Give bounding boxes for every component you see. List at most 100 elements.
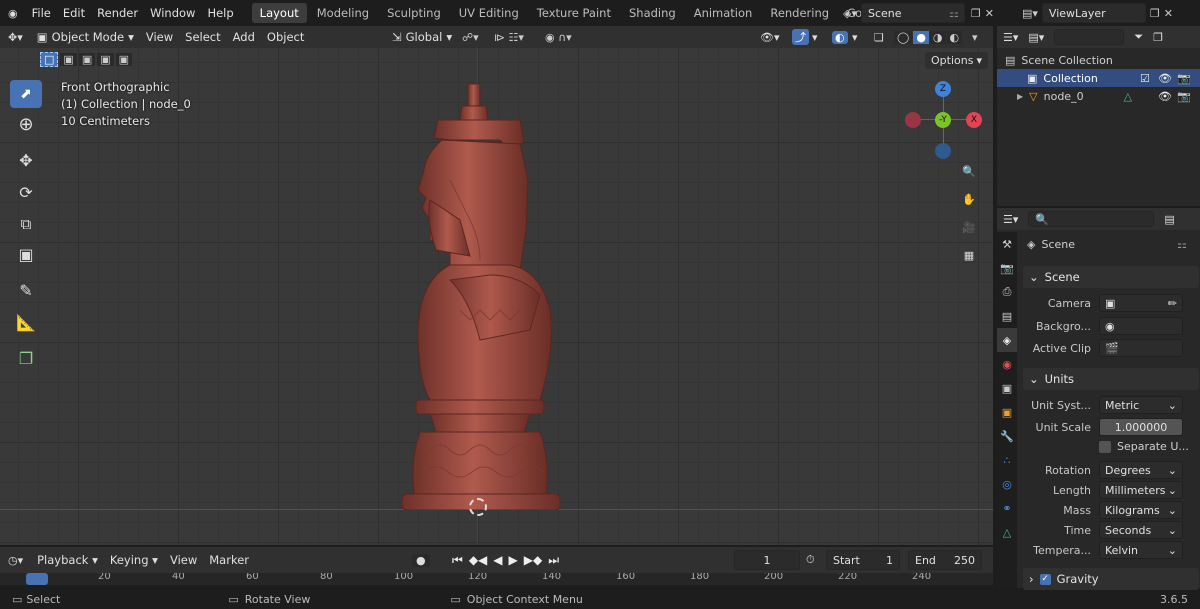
snap-icon[interactable]: ⧐ ☷▾ bbox=[494, 31, 524, 44]
frame-ruler[interactable]: 20 40 60 80 100 120 140 160 180 200 220 240 bbox=[0, 573, 993, 585]
xray-icon[interactable]: ❏ bbox=[874, 31, 884, 44]
proportional-edit-icon[interactable]: ◉ ∩▾ bbox=[545, 31, 572, 44]
visibility-icon[interactable]: 👁▾ bbox=[760, 31, 780, 44]
menu-render[interactable]: Render bbox=[91, 6, 144, 20]
overlays-dropdown-icon[interactable]: ▾ bbox=[852, 31, 858, 44]
play-icon[interactable]: ▶ bbox=[509, 553, 518, 567]
display-mode-icon[interactable]: ▤▾ bbox=[1028, 31, 1044, 44]
separate-units-row[interactable]: Separate U... bbox=[1099, 440, 1189, 453]
tab-rendering[interactable]: Rendering bbox=[762, 3, 837, 23]
overlays-icon[interactable]: ◐ bbox=[832, 30, 848, 44]
time-dropdown[interactable]: Seconds ⌄ bbox=[1099, 521, 1183, 539]
tab-physics[interactable]: ◎ bbox=[997, 472, 1017, 496]
start-frame-field[interactable]: Start 1 bbox=[826, 550, 900, 570]
exclude-checkbox-icon[interactable]: ☑ bbox=[1140, 72, 1150, 85]
tab-uv-editing[interactable]: UV Editing bbox=[451, 3, 527, 23]
outliner-row-object[interactable]: ▶ ▽ node_0 △ 👁 📷 bbox=[997, 87, 1200, 105]
menu-file[interactable]: File bbox=[26, 6, 57, 20]
menu-select[interactable]: Select bbox=[179, 30, 226, 44]
mass-dropdown[interactable]: Kilograms ⌄ bbox=[1099, 501, 1183, 519]
delete-viewlayer-icon[interactable]: ✕ bbox=[1164, 7, 1173, 20]
zoom-icon[interactable]: 🔍 bbox=[956, 158, 982, 184]
measure-tool[interactable]: 📐 bbox=[10, 308, 42, 336]
select-invert-icon[interactable]: ▣ bbox=[97, 53, 114, 66]
pan-hand-icon[interactable]: ✋ bbox=[956, 186, 982, 212]
menu-edit[interactable]: Edit bbox=[57, 6, 91, 20]
tab-modifiers[interactable]: 🔧 bbox=[997, 424, 1017, 448]
properties-options-icon[interactable]: ▤ bbox=[1164, 213, 1174, 226]
viewlayer-name-field[interactable]: ViewLayer bbox=[1041, 3, 1146, 23]
3d-cursor[interactable] bbox=[469, 498, 487, 516]
outliner-editor-icon[interactable]: ☰▾ bbox=[1003, 31, 1018, 44]
end-frame-field[interactable]: End 250 bbox=[908, 550, 982, 570]
pin-icon[interactable]: ⚏ bbox=[949, 7, 959, 20]
timeline-editor-icon[interactable]: ◷▾ bbox=[0, 554, 31, 567]
grid-projection-icon[interactable]: ▦ bbox=[956, 242, 982, 268]
tab-particles[interactable]: ∴ bbox=[997, 448, 1017, 472]
rotation-dropdown[interactable]: Degrees ⌄ bbox=[1099, 461, 1183, 479]
active-clip-field[interactable]: 🎬 bbox=[1099, 339, 1183, 357]
tab-layout[interactable]: Layout bbox=[251, 3, 307, 23]
shading-dropdown-icon[interactable]: ▾ bbox=[972, 31, 978, 44]
next-keyframe-icon[interactable]: ▶◆ bbox=[524, 553, 542, 567]
gizmo-neg-y-axis[interactable]: -Y bbox=[935, 112, 951, 128]
cursor-tool[interactable]: ⊕ bbox=[10, 110, 42, 138]
temperature-dropdown[interactable]: Kelvin ⌄ bbox=[1099, 541, 1183, 559]
visibility-eye-icon[interactable]: 👁 bbox=[1158, 72, 1172, 85]
object-mode-dropdown[interactable]: ▣ Object Mode ▾ bbox=[31, 30, 140, 44]
menu-keying[interactable]: Keying ▾ bbox=[104, 553, 164, 567]
gizmo-neg-x-axis[interactable] bbox=[905, 112, 921, 128]
play-reverse-icon[interactable]: ◀ bbox=[493, 553, 502, 567]
filter-icon[interactable]: ⏷ bbox=[1134, 30, 1143, 44]
tab-world[interactable]: ◉ bbox=[997, 352, 1017, 376]
tab-shading[interactable]: Shading bbox=[621, 3, 684, 23]
tab-data[interactable]: △ bbox=[997, 520, 1017, 544]
jump-end-icon[interactable]: ⏭ bbox=[548, 553, 559, 568]
move-tool[interactable]: ✥ bbox=[10, 146, 42, 174]
tab-output[interactable]: ⎙ bbox=[997, 280, 1017, 304]
units-subpanel-header[interactable]: ⌄ Units bbox=[1023, 368, 1199, 390]
tab-object[interactable]: ▣ bbox=[997, 400, 1017, 424]
tab-scene[interactable]: ◈ bbox=[997, 328, 1017, 352]
gizmo-z-axis[interactable]: Z bbox=[935, 81, 951, 97]
gizmo-neg-z-axis[interactable] bbox=[935, 143, 951, 159]
length-dropdown[interactable]: Millimeters ⌄ bbox=[1099, 481, 1183, 499]
new-scene-icon[interactable]: ❐ bbox=[971, 7, 981, 20]
tab-constraints[interactable]: ⚭ bbox=[997, 496, 1017, 520]
scale-tool[interactable]: ⧉ bbox=[10, 210, 42, 238]
menu-view[interactable]: View bbox=[140, 30, 179, 44]
camera-view-icon[interactable]: 🎥 bbox=[956, 214, 982, 240]
bust-model[interactable] bbox=[390, 80, 570, 510]
gizmo-dropdown-icon[interactable]: ▾ bbox=[812, 31, 818, 44]
outliner-row-collection[interactable]: ▣ Collection ☑ 👁 📷 bbox=[997, 69, 1200, 87]
editor-type-icon[interactable]: ✥▾ bbox=[0, 31, 31, 44]
annotate-tool[interactable]: ✎ bbox=[10, 276, 42, 304]
current-frame-field[interactable]: 1 bbox=[734, 550, 800, 570]
prev-keyframe-icon[interactable]: ◆◀ bbox=[469, 553, 487, 567]
properties-editor-icon[interactable]: ☰▾ bbox=[1003, 213, 1018, 226]
tab-sculpting[interactable]: Sculpting bbox=[379, 3, 449, 23]
camera-field[interactable]: ▣ ✏ bbox=[1099, 294, 1183, 312]
scene-subpanel-header[interactable]: ⌄ Scene bbox=[1023, 266, 1199, 288]
playhead[interactable] bbox=[26, 573, 48, 585]
tab-view-layer[interactable]: ▤ bbox=[997, 304, 1017, 328]
transform-tool[interactable]: ▣ bbox=[10, 240, 42, 268]
outliner-row-scene-collection[interactable]: ▤ Scene Collection bbox=[997, 51, 1200, 69]
menu-window[interactable]: Window bbox=[144, 6, 201, 20]
expand-arrow-icon[interactable]: ▶ bbox=[1017, 92, 1023, 101]
menu-help[interactable]: Help bbox=[201, 6, 239, 20]
material-shading-icon[interactable]: ◑ bbox=[929, 30, 946, 44]
select-extend-icon[interactable]: ▣ bbox=[60, 53, 77, 66]
visibility-eye-icon[interactable]: 👁 bbox=[1158, 90, 1172, 103]
delete-scene-icon[interactable]: ✕ bbox=[985, 7, 994, 20]
add-cube-tool[interactable]: ❐ bbox=[10, 344, 42, 372]
jump-start-icon[interactable]: ⏮ bbox=[452, 553, 463, 568]
gravity-subpanel-header[interactable]: › ✓ Gravity bbox=[1023, 568, 1199, 590]
render-camera-icon[interactable]: 📷 bbox=[1177, 72, 1191, 85]
new-collection-icon[interactable]: ❐ bbox=[1153, 31, 1163, 44]
tab-tool[interactable]: ⚒ bbox=[997, 232, 1017, 256]
blender-logo-icon[interactable]: ◉ bbox=[0, 7, 26, 20]
select-box-tool[interactable]: ⬈ bbox=[10, 80, 42, 108]
menu-object[interactable]: Object bbox=[261, 30, 310, 44]
navigation-gizmo[interactable]: Z -Y X bbox=[905, 81, 982, 159]
